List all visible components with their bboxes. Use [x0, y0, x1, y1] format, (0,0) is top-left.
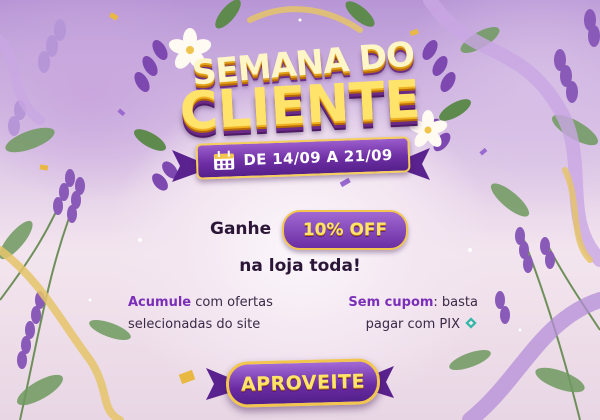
feature-acumule-highlight: Acumule	[128, 295, 192, 310]
discount-badge: 10% OFF	[282, 210, 408, 250]
feature-acumule-text-2: selecionadas do site	[128, 317, 261, 332]
aproveite-button[interactable]: APROVEITE	[225, 357, 381, 409]
promo-banner: SEMANA DO CLIENTE DE 14/09 A 21/09 Ganhe…	[0, 0, 600, 420]
feature-sem-cupom-highlight: Sem cupom	[348, 295, 434, 310]
aproveite-button-label: APROVEITE	[240, 370, 366, 396]
feature-sem-cupom: Sem cupom: basta pagar com PIX	[318, 292, 478, 336]
calendar-icon	[213, 150, 236, 171]
offer-prefix-text: Ganhe	[210, 219, 272, 239]
date-ribbon: DE 14/09 A 21/09	[195, 136, 411, 180]
offer-suffix-text: na loja toda!	[239, 256, 361, 276]
pix-icon	[464, 316, 478, 330]
feature-sem-cupom-text-2: pagar com PIX	[365, 317, 460, 332]
feature-sem-cupom-text-1: : basta	[433, 295, 478, 310]
feature-acumule: Acumule com ofertas selecionadas do site	[128, 292, 318, 336]
discount-badge-text: 10% OFF	[302, 220, 388, 240]
feature-acumule-text-1: com ofertas	[195, 295, 273, 310]
date-range-text: DE 14/09 A 21/09	[243, 145, 393, 170]
